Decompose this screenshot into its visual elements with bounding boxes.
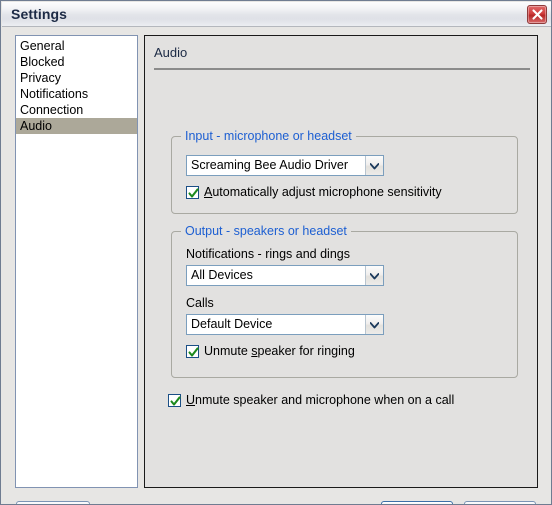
unmute-ringing-checkbox-row[interactable]: Unmute speaker for ringing: [186, 344, 355, 358]
calls-device-combo[interactable]: Default Device: [186, 314, 384, 335]
unmute-ringing-label: Unmute speaker for ringing: [204, 344, 355, 358]
sidebar-item-audio[interactable]: Audio: [16, 118, 137, 134]
chevron-down-icon[interactable]: [365, 266, 383, 285]
input-group-legend: Input - microphone or headset: [181, 129, 356, 143]
unmute-on-call-checkbox[interactable]: [168, 393, 181, 407]
settings-category-list[interactable]: General Blocked Privacy Notifications Co…: [15, 35, 138, 488]
notifications-device-value: All Devices: [191, 268, 253, 282]
audio-settings-panel: Audio Input - microphone or headset Scre…: [144, 35, 538, 488]
input-group-box: Input - microphone or headset Screaming …: [171, 129, 518, 214]
unmute-on-call-checkbox-row[interactable]: Unmute speaker and microphone when on a …: [168, 393, 454, 407]
ok-button[interactable]: OK: [381, 501, 453, 504]
input-device-combo[interactable]: Screaming Bee Audio Driver: [186, 155, 384, 176]
unmute-on-call-label: Unmute speaker and microphone when on a …: [186, 393, 455, 407]
sidebar-item-connection[interactable]: Connection: [16, 102, 137, 118]
chevron-down-icon[interactable]: [365, 156, 383, 175]
window-title: Settings: [11, 6, 68, 22]
sidebar-item-privacy[interactable]: Privacy: [16, 70, 137, 86]
settings-dialog: Settings General Blocked Privacy Notific…: [0, 0, 552, 505]
title-divider: [154, 68, 530, 70]
page-title: Audio: [154, 45, 188, 60]
unmute-ringing-checkbox[interactable]: [186, 344, 199, 358]
chevron-down-icon[interactable]: [365, 315, 383, 334]
auto-adjust-mic-checkbox-row[interactable]: Automatically adjust microphone sensitiv…: [186, 185, 442, 199]
input-device-value: Screaming Bee Audio Driver: [191, 158, 349, 172]
sidebar-item-notifications[interactable]: Notifications: [16, 86, 137, 102]
notifications-device-label: Notifications - rings and dings: [186, 247, 350, 261]
sidebar-item-blocked[interactable]: Blocked: [16, 54, 137, 70]
output-group-box: Output - speakers or headset Notificatio…: [171, 224, 518, 378]
dialog-body: General Blocked Privacy Notifications Co…: [2, 27, 551, 504]
calls-device-value: Default Device: [191, 317, 273, 331]
calls-device-label: Calls: [186, 296, 214, 310]
notifications-device-combo[interactable]: All Devices: [186, 265, 384, 286]
output-group-legend: Output - speakers or headset: [181, 224, 351, 238]
auto-adjust-mic-checkbox[interactable]: [186, 185, 199, 199]
auto-adjust-mic-label: Automatically adjust microphone sensitiv…: [204, 185, 442, 199]
cancel-button[interactable]: Cancel: [464, 501, 536, 504]
help-button[interactable]: Help: [16, 501, 90, 504]
close-button[interactable]: [527, 5, 547, 24]
sidebar-item-general[interactable]: General: [16, 38, 137, 54]
title-bar: Settings: [2, 2, 551, 27]
